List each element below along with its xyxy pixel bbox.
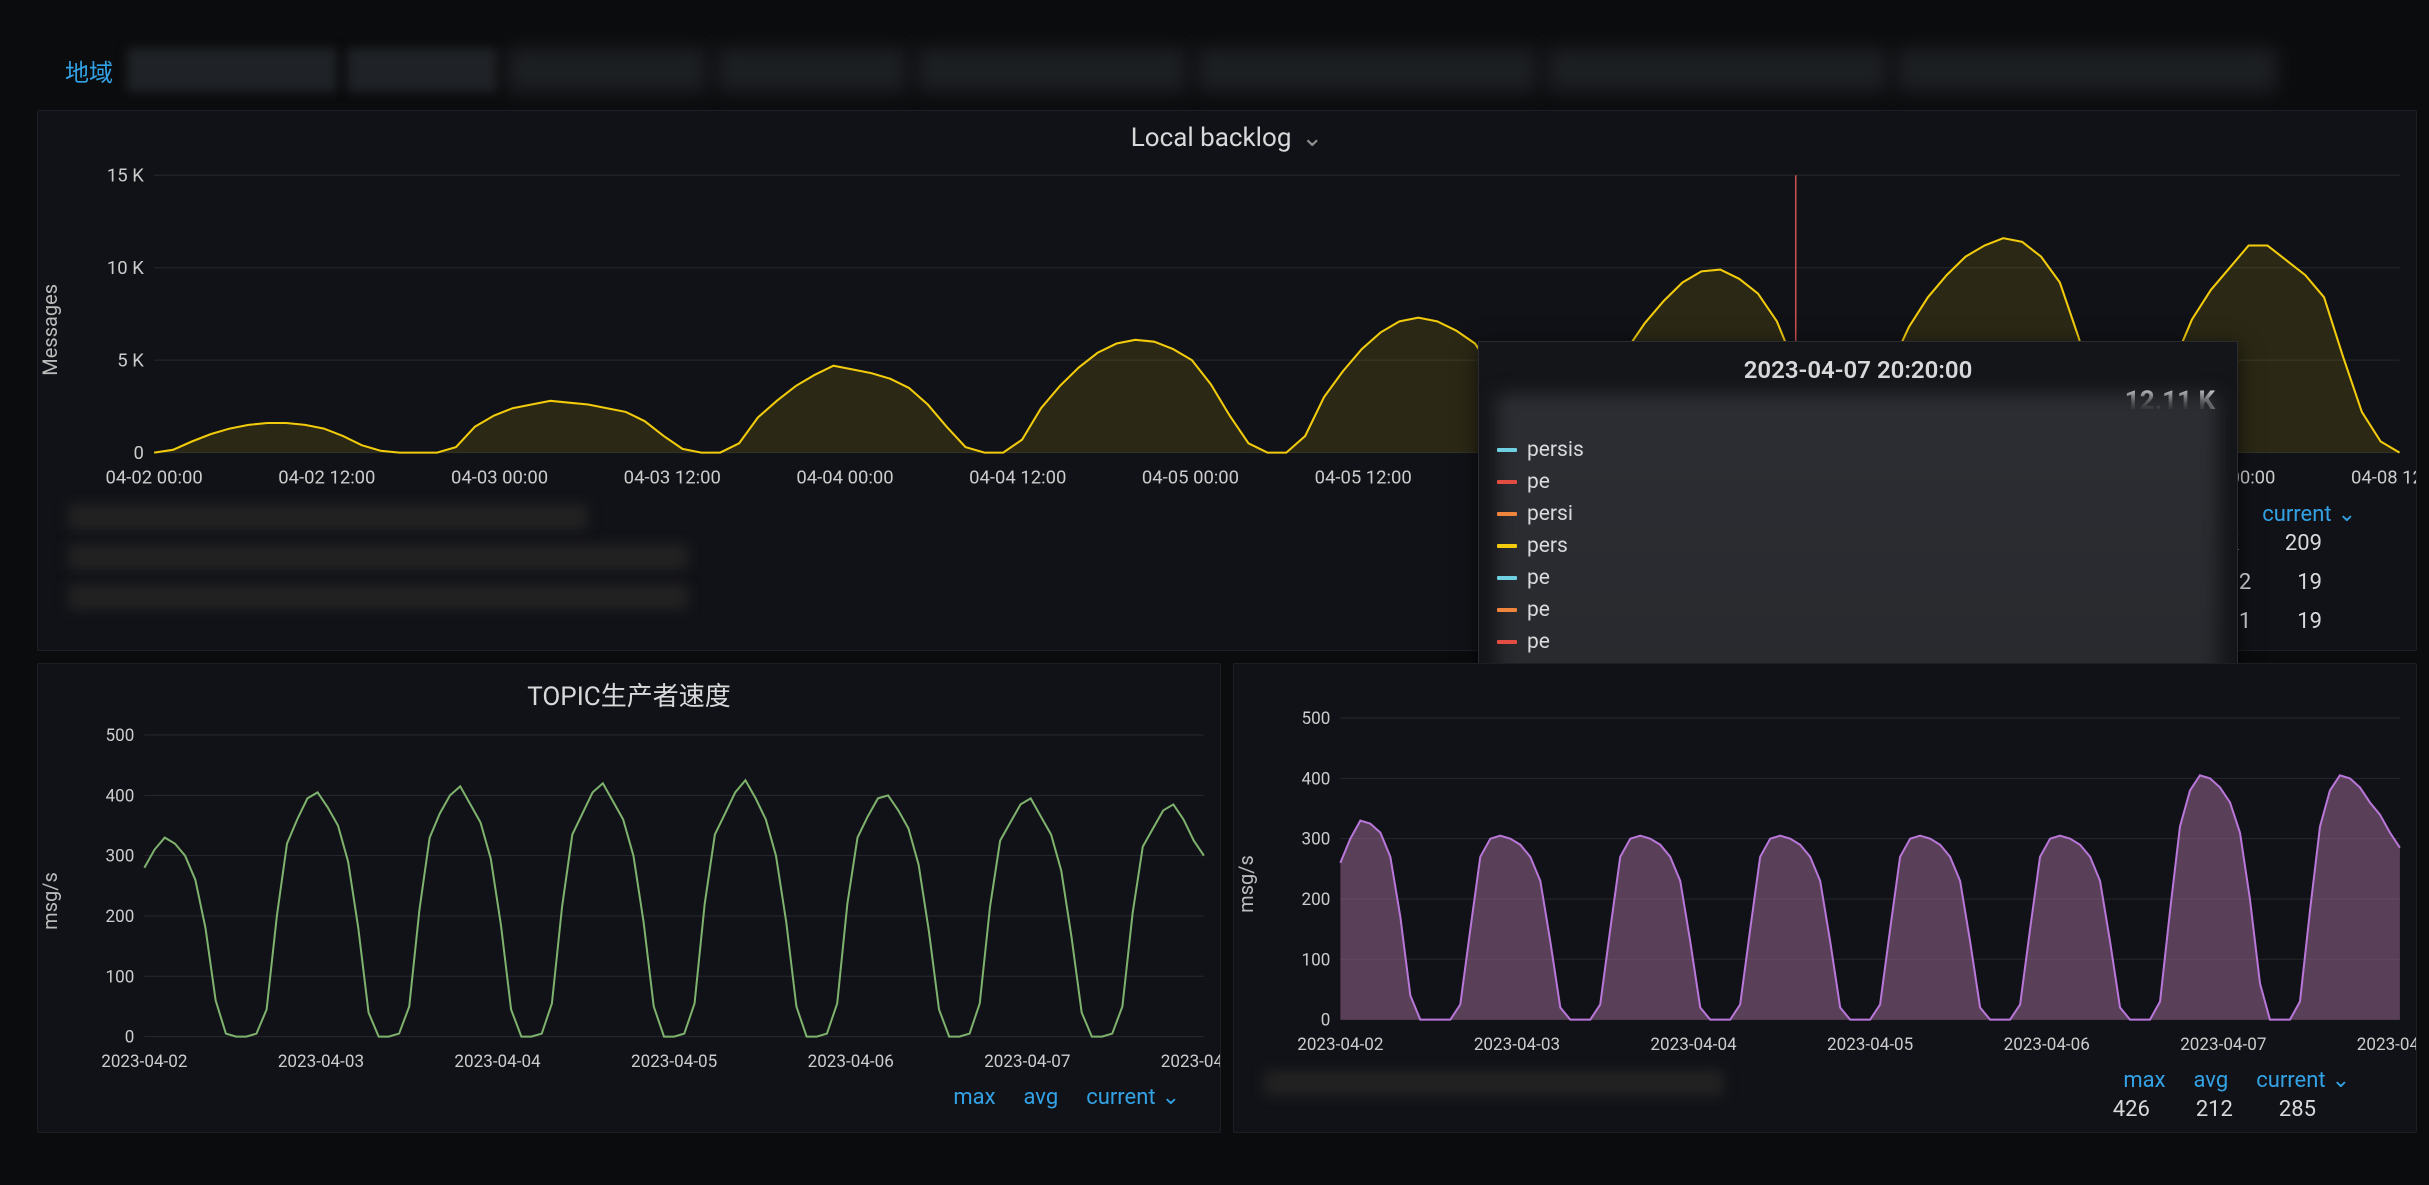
svg-text:2023-04-04: 2023-04-04 [1650,1034,1737,1054]
svg-text:2023-04-06: 2023-04-06 [808,1051,894,1071]
svg-text:2023-04-06: 2023-04-06 [2004,1034,2090,1054]
legend-col-current[interactable]: current ⌄ [2256,1068,2350,1093]
legend-names-redacted [38,494,688,628]
svg-text:2023-04-02: 2023-04-02 [1297,1034,1383,1054]
svg-text:2023-04-07: 2023-04-07 [2180,1034,2266,1054]
legend-col-current[interactable]: current ⌄ [1086,1085,1180,1110]
svg-text:200: 200 [1302,890,1331,910]
variable-chip[interactable] [1547,48,1887,92]
chevron-down-icon[interactable]: ⌄ [1301,123,1323,153]
y-axis-label: msg/s [38,725,74,1077]
svg-text:15 K: 15 K [107,165,144,186]
svg-text:2023-04-05: 2023-04-05 [1827,1034,1913,1054]
variable-chip[interactable] [717,48,907,92]
legend-header-row: max avg current ⌄ [2113,1060,2376,1093]
svg-text:2023-04-07: 2023-04-07 [984,1051,1070,1071]
svg-text:0: 0 [125,1027,135,1047]
panel-title[interactable] [1234,664,2416,708]
svg-text:300: 300 [1302,829,1331,849]
svg-text:04-02 00:00: 04-02 00:00 [106,466,203,488]
svg-text:100: 100 [106,967,135,987]
svg-text:2023-04-08: 2023-04-08 [2357,1034,2416,1054]
variable-chip[interactable] [1897,48,2277,92]
legend-col-max[interactable]: max [953,1085,995,1110]
svg-text:04-02 12:00: 04-02 12:00 [278,466,375,488]
y-axis-label: Messages [38,165,74,494]
svg-text:10 K: 10 K [107,257,144,279]
tooltip-time: 2023-04-07 20:20:00 [1497,356,2219,384]
variable-chip[interactable] [507,48,707,92]
svg-text:500: 500 [1302,709,1331,729]
svg-text:2023-04-02: 2023-04-02 [101,1051,187,1071]
svg-text:0: 0 [133,442,143,464]
svg-text:400: 400 [106,786,135,806]
chevron-down-icon: ⌄ [2332,1068,2350,1093]
panel-title-text: TOPIC生产者速度 [527,676,730,713]
legend-col-current[interactable]: current ⌄ [2262,502,2356,527]
svg-text:5 K: 5 K [117,349,144,371]
panel-consumer-rate: msg/s 0 100 200 300 400 500 2023-04-02 2023-04-… [1233,663,2417,1133]
panel-title[interactable]: Local backlog ⌄ [38,111,2416,165]
variable-label-region[interactable]: 地域 [65,53,117,88]
variable-chip[interactable] [347,48,497,92]
svg-text:500: 500 [106,726,135,746]
legend-col-max[interactable]: max [2123,1068,2165,1093]
svg-text:04-05 12:00: 04-05 12:00 [1315,466,1412,488]
svg-text:2023-04-05: 2023-04-05 [631,1051,717,1071]
variable-chip[interactable] [127,48,337,92]
panel-local-backlog: Local backlog ⌄ Messages 0 5 K 10 K 15 K 04-… [37,110,2417,651]
variable-row: 地域 [25,0,2429,110]
chart-consumer-rate[interactable]: 0 100 200 300 400 500 2023-04-02 2023-04-03 2023… [1270,708,2416,1060]
svg-text:04-04 00:00: 04-04 00:00 [796,466,893,488]
svg-text:04-03 12:00: 04-03 12:00 [624,466,721,488]
legend-col-avg[interactable]: avg [2194,1068,2229,1093]
svg-text:200: 200 [106,907,135,927]
panel-title-text: Local backlog [1131,123,1292,153]
panel-title[interactable]: TOPIC生产者速度 [38,664,1220,725]
svg-text:0: 0 [1321,1010,1331,1030]
svg-text:2023-04-03: 2023-04-03 [278,1051,364,1071]
svg-text:100: 100 [1302,950,1331,970]
legend-data-row: 426 212 285 [2113,1093,2376,1132]
panel-producer-rate: TOPIC生产者速度 msg/s 0 100 200 300 400 500 2023-04… [37,663,1221,1133]
variable-chip[interactable] [917,48,1187,92]
legend-names-redacted [1234,1060,1724,1102]
svg-text:400: 400 [1302,769,1331,789]
svg-text:04-03 00:00: 04-03 00:00 [451,466,548,488]
svg-text:2023-04-04: 2023-04-04 [454,1051,541,1071]
chart-producer-rate[interactable]: 0 100 200 300 400 500 2023-04-02 2023-04-03 2023… [74,725,1220,1077]
chevron-down-icon: ⌄ [2338,502,2356,527]
chevron-down-icon: ⌄ [1162,1085,1180,1110]
svg-text:2023-04-08: 2023-04-08 [1161,1051,1220,1071]
svg-text:04-08 12:00: 04-08 12:00 [2351,466,2416,488]
legend-col-avg[interactable]: avg [1024,1085,1059,1110]
svg-text:04-04 12:00: 04-04 12:00 [969,466,1066,488]
svg-text:04-05 00:00: 04-05 00:00 [1142,466,1239,488]
legend-header-row: max avg current ⌄ [38,1077,1220,1110]
svg-text:2023-04-03: 2023-04-03 [1474,1034,1560,1054]
y-axis-label: msg/s [1234,708,1270,1060]
variable-chip[interactable] [1197,48,1537,92]
svg-text:300: 300 [106,846,135,866]
